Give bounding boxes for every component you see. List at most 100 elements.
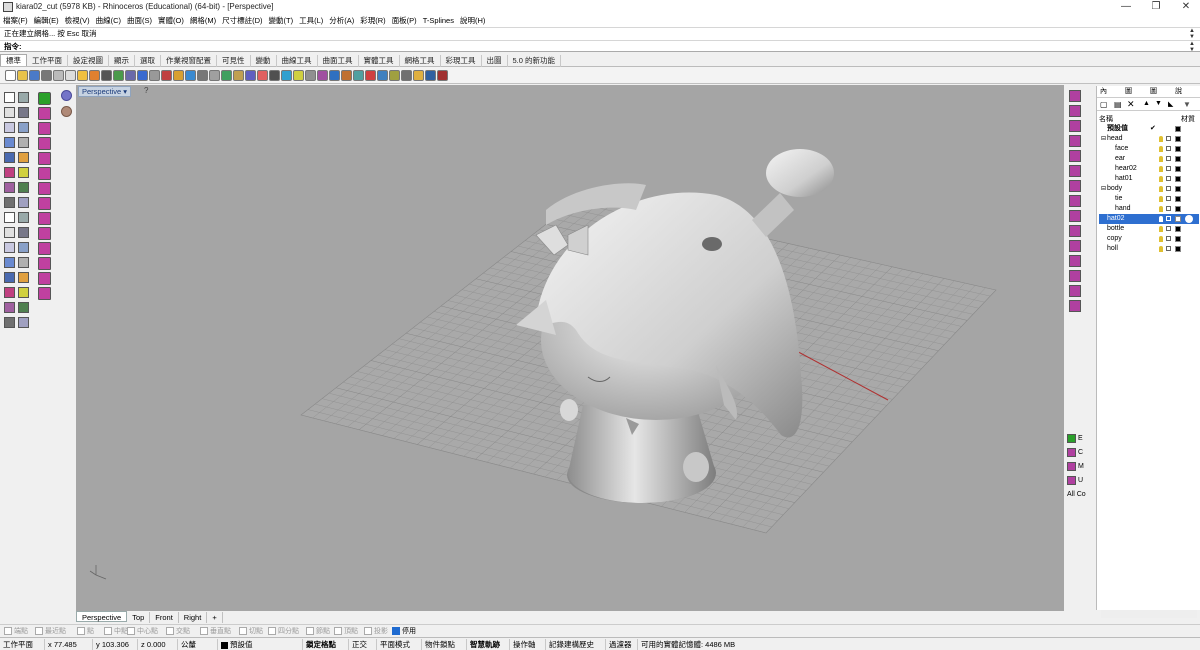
osnap-checkbox[interactable] <box>4 627 12 636</box>
left-tool-icon[interactable] <box>4 92 15 103</box>
layer-lock-icon[interactable] <box>1166 186 1171 191</box>
left-tool-icon[interactable] <box>18 167 29 178</box>
left-tool-icon[interactable] <box>18 317 29 328</box>
filter-toggle[interactable]: 過濾器 <box>606 639 638 650</box>
left-tool-icon[interactable] <box>4 137 15 148</box>
toolbar-tab[interactable]: 彩現工具 <box>441 55 482 67</box>
layer-lock-icon[interactable] <box>1166 246 1171 251</box>
left-tool-icon[interactable] <box>38 152 51 165</box>
maximize-button[interactable]: ❐ <box>1142 0 1170 14</box>
right-tool-icon[interactable] <box>1069 150 1081 162</box>
layer-lock-icon[interactable] <box>1166 206 1171 211</box>
layer-visible-icon[interactable] <box>1159 216 1163 222</box>
left-tool-icon[interactable] <box>18 137 29 148</box>
planar-toggle[interactable]: 平面模式 <box>377 639 422 650</box>
layer-material-swatch[interactable] <box>1175 126 1181 132</box>
layer-color-swatch[interactable] <box>1175 176 1181 182</box>
osnap-option[interactable]: 中心點 <box>127 627 158 636</box>
left-tool-icon[interactable] <box>4 227 15 238</box>
viewport-menu-arrow[interactable]: ▾ <box>123 87 127 96</box>
osnap-checkbox[interactable] <box>166 627 174 636</box>
left-tool-icon[interactable] <box>4 287 15 298</box>
right-tool-row[interactable]: M <box>1067 461 1096 473</box>
toolbar-tab[interactable]: 顯示 <box>109 55 135 67</box>
menu-item[interactable]: 網格(M) <box>187 14 219 27</box>
left-tool-icon[interactable] <box>18 257 29 268</box>
layer-color-swatch[interactable] <box>1175 166 1181 172</box>
toolbar-tab[interactable]: 工作平面 <box>27 55 68 67</box>
layer-lock-icon[interactable] <box>1166 196 1171 201</box>
right-tool-row[interactable]: All Co <box>1067 489 1096 501</box>
menu-item[interactable]: 面板(P) <box>389 14 420 27</box>
smarttrack-toggle[interactable]: 智慧軌跡 <box>467 639 510 650</box>
toolbar-tool-icon[interactable] <box>101 70 112 81</box>
left-tool-icon[interactable] <box>4 272 15 283</box>
right-tool-icon[interactable] <box>1069 120 1081 132</box>
toolbar-tab[interactable]: 作業視窗配置 <box>161 55 217 67</box>
layer-color-swatch[interactable] <box>1175 206 1181 212</box>
layer-expander-icon[interactable]: ⊟ <box>1101 134 1106 144</box>
left-tool-icon[interactable] <box>38 287 51 300</box>
right-tool-icon[interactable] <box>1069 135 1081 147</box>
layer-visible-icon[interactable] <box>1159 146 1163 152</box>
toolbar-tool-icon[interactable] <box>209 70 220 81</box>
left-tool-icon[interactable] <box>38 242 51 255</box>
layer-row[interactable]: tie <box>1099 194 1199 204</box>
toolbar-tab[interactable]: 變動 <box>251 55 277 67</box>
left-tool-icon[interactable] <box>4 302 15 313</box>
toolbar-tab[interactable]: 選取 <box>135 55 161 67</box>
right-tool-icon[interactable] <box>1069 285 1081 297</box>
gumball-toggle[interactable]: 操作軸 <box>510 639 546 650</box>
close-button[interactable]: ✕ <box>1172 0 1200 14</box>
osnap-checkbox[interactable] <box>77 627 85 636</box>
layer-color-swatch[interactable] <box>1175 236 1181 242</box>
menu-item[interactable]: 檢視(V) <box>62 14 93 27</box>
toolbar-tab[interactable]: 網格工具 <box>400 55 441 67</box>
right-tool-icon[interactable] <box>1069 180 1081 192</box>
toolbar-tool-icon[interactable] <box>437 70 448 81</box>
left-tool-icon[interactable] <box>18 302 29 313</box>
right-tool-icon[interactable] <box>1069 225 1081 237</box>
left-tool-icon[interactable] <box>38 257 51 270</box>
view-tab[interactable]: Perspective <box>76 611 128 622</box>
left-tool-icon[interactable] <box>38 272 51 285</box>
osnap-checkbox[interactable] <box>104 627 112 636</box>
layer-row[interactable]: ⊟ body <box>1099 184 1199 194</box>
left-tool-icon[interactable] <box>18 122 29 133</box>
layer-color-swatch[interactable] <box>1175 226 1181 232</box>
left-tool-icon[interactable] <box>4 107 15 118</box>
layer-row[interactable]: ⊟ head <box>1099 134 1199 144</box>
layer-lock-icon[interactable] <box>1166 216 1171 221</box>
osnap-checkbox[interactable] <box>334 627 342 636</box>
left-tool-icon[interactable] <box>18 107 29 118</box>
toolbar-tool-icon[interactable] <box>401 70 412 81</box>
toolbar-tool-icon[interactable] <box>173 70 184 81</box>
ortho-toggle[interactable]: 正交 <box>349 639 377 650</box>
osnap-option[interactable]: 最近點 <box>35 627 66 636</box>
left-tool-icon[interactable] <box>4 152 15 163</box>
toolbar-tool-icon[interactable] <box>353 70 364 81</box>
units-label[interactable]: 公釐 <box>178 639 218 650</box>
toolbar-tool-icon[interactable] <box>65 70 76 81</box>
toolbar-tab[interactable]: 實體工具 <box>359 55 400 67</box>
toolbar-tool-icon[interactable] <box>53 70 64 81</box>
osnap-checkbox[interactable] <box>306 627 314 636</box>
left-tool-icon[interactable] <box>38 167 51 180</box>
layer-lock-icon[interactable] <box>1166 136 1171 141</box>
layer-row[interactable]: holl <box>1099 244 1199 254</box>
left-tool-icon[interactable] <box>4 257 15 268</box>
toolbar-tool-icon[interactable] <box>341 70 352 81</box>
view-tab[interactable]: Right <box>179 612 208 623</box>
layer-row[interactable]: ear <box>1099 154 1199 164</box>
right-tool-row[interactable]: C <box>1067 447 1096 459</box>
toolbar-tool-icon[interactable] <box>125 70 136 81</box>
toolbar-tool-icon[interactable] <box>389 70 400 81</box>
grid-snap-toggle[interactable]: 鎖定格點 <box>303 639 349 650</box>
toolbar-tool-icon[interactable] <box>425 70 436 81</box>
right-tool-row[interactable]: U <box>1067 475 1096 487</box>
right-tool-icon[interactable] <box>1069 240 1081 252</box>
layer-visible-icon[interactable] <box>1159 196 1163 202</box>
menu-item[interactable]: 曲線(C) <box>93 14 124 27</box>
menu-item[interactable]: 尺寸標註(D) <box>219 14 265 27</box>
right-tool-icon[interactable] <box>1069 195 1081 207</box>
